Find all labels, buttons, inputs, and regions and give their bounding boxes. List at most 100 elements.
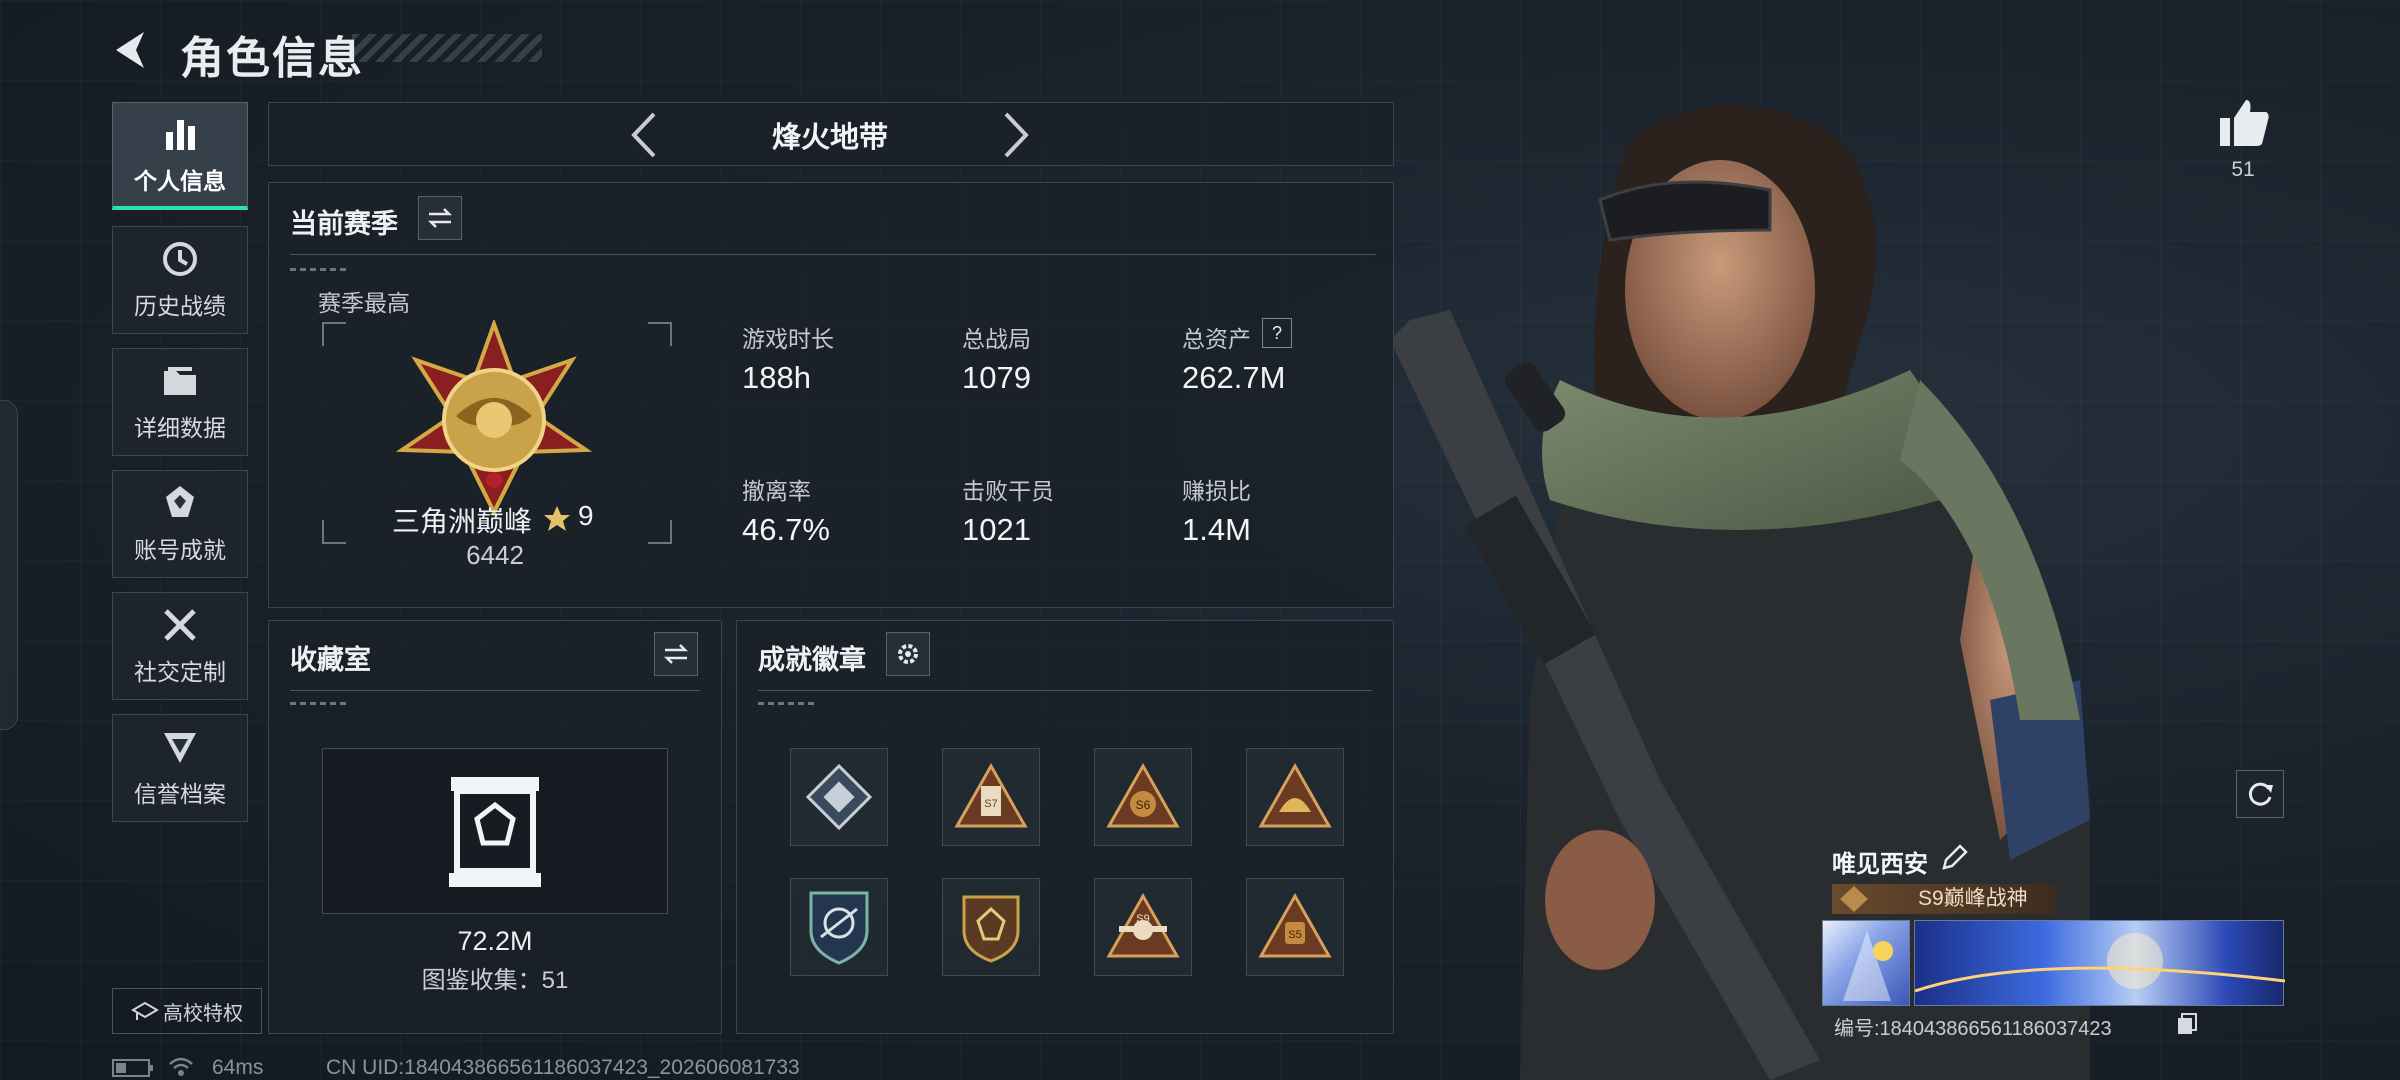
next-mode-chevron-icon[interactable]: [998, 110, 1034, 160]
likes-count: 51: [2231, 158, 2255, 181]
deco-dashes: [290, 702, 350, 705]
season-best-label: 赛季最高: [318, 290, 410, 316]
achievements-title: 成就徽章: [758, 645, 866, 675]
achievement-badge[interactable]: [1246, 748, 1344, 846]
prev-mode-chevron-icon[interactable]: [626, 110, 662, 160]
back-arrow-icon[interactable]: [110, 28, 154, 72]
display-case-icon: [449, 777, 541, 887]
sidebar-item-label: 账号成就: [134, 537, 226, 563]
deco-dashes: [758, 702, 818, 705]
achievement-badge[interactable]: [942, 878, 1040, 976]
sidebar-item-label: 社交定制: [134, 659, 226, 685]
help-icon: ?: [1271, 322, 1282, 343]
sidebar-item-social-custom[interactable]: 社交定制: [112, 592, 248, 700]
rank-score: 6442: [466, 540, 524, 570]
collection-value: 72.2M: [457, 926, 533, 956]
sidebar-item-detailed-data[interactable]: 详细数据: [112, 348, 248, 456]
refresh-icon: [2248, 782, 2273, 806]
rank-stars: 9: [578, 500, 594, 531]
frame-corner: [648, 520, 672, 544]
s6-triangle-badge-icon: S6: [1106, 762, 1180, 828]
swap-icon: [427, 208, 453, 228]
gear-icon: [898, 644, 918, 664]
player-name: 唯见西安: [1832, 851, 1928, 878]
gem-shield-badge-icon: [962, 895, 1020, 963]
stat-label: 游戏时长: [742, 326, 834, 352]
help-button[interactable]: ?: [1262, 318, 1292, 348]
tower-triangle-badge-icon: S7: [954, 762, 1028, 828]
achievements-settings-button[interactable]: [886, 632, 930, 676]
campus-icon: [131, 1001, 159, 1020]
collection-divider: [290, 690, 700, 691]
banner-art-icon: [1914, 933, 2286, 993]
refresh-button[interactable]: [2236, 770, 2284, 818]
frame-corner: [322, 322, 346, 346]
rank-name: 三角洲巅峰: [392, 506, 533, 537]
bar-chart-icon: [166, 119, 195, 150]
achievement-badge[interactable]: S6: [1094, 748, 1192, 846]
stat-label: 赚损比: [1182, 478, 1251, 504]
catalog-count: 51: [541, 967, 569, 994]
stat-value: 46.7%: [742, 512, 830, 547]
badge-text: S6: [1136, 798, 1151, 812]
name-card-banner[interactable]: [1914, 920, 2286, 1006]
campus-privilege-button[interactable]: 高校特权: [112, 988, 262, 1034]
season-title: 当前赛季: [290, 209, 398, 239]
sidebar-item-label: 个人信息: [134, 167, 226, 194]
sidebar-item-personal-info[interactable]: 个人信息: [112, 102, 248, 210]
tools-icon: [164, 609, 196, 641]
stat-value: 1079: [962, 360, 1031, 395]
title-decoration: [352, 34, 542, 62]
achievement-badge[interactable]: [790, 748, 888, 846]
thumbs-up-icon[interactable]: [2218, 98, 2270, 148]
stat-label: 总资产: [1182, 326, 1251, 352]
season-divider: [290, 254, 1376, 255]
achievements-divider: [758, 690, 1372, 691]
stat-value: 1021: [962, 512, 1031, 547]
collection-switch-button[interactable]: [654, 632, 698, 676]
achievement-badge[interactable]: S9: [1094, 878, 1192, 976]
sidebar-item-history[interactable]: 历史战绩: [112, 226, 248, 334]
stat-label: 击败干员: [962, 478, 1054, 504]
shield-icon: [164, 733, 196, 763]
catalog-label: 图鉴收集：: [421, 967, 542, 994]
sidebar-item-credit-profile[interactable]: 信誉档案: [112, 714, 248, 822]
sidebar-item-achievements[interactable]: 账号成就: [112, 470, 248, 578]
frame-corner: [322, 520, 346, 544]
catalog-collection-text: 图鉴收集：51: [290, 960, 700, 995]
side-drawer-handle[interactable]: [0, 400, 18, 730]
title-badge-text: S9巅峰战神: [1918, 887, 2028, 910]
stat-value: 188h: [742, 360, 811, 395]
uid-text: CN UID:1840438665611860​37423_2026060817…: [326, 1056, 800, 1079]
achievement-badge[interactable]: S7: [942, 748, 1040, 846]
achievement-badge[interactable]: S5: [1246, 878, 1344, 976]
ping-text: 64ms: [212, 1056, 264, 1079]
frame-corner: [648, 322, 672, 346]
badge-text: S9: [1136, 913, 1149, 925]
battery-icon: [112, 1059, 153, 1077]
stat-label: 总战局: [962, 326, 1031, 352]
sidebar-item-label: 详细数据: [134, 415, 226, 441]
rank-emblem-icon: [396, 320, 592, 516]
diamond-badge-icon: [805, 763, 873, 831]
copy-icon[interactable]: [2176, 1012, 2198, 1036]
avatar[interactable]: [1822, 920, 1910, 1006]
campus-button-label: 高校特权: [163, 1002, 243, 1025]
badge-text: S5: [1288, 929, 1301, 941]
history-icon: [163, 242, 197, 276]
sidebar-item-label: 信誉档案: [134, 781, 226, 807]
page-title: 角色信息: [180, 34, 364, 83]
helmet-triangle-badge-icon: [1258, 762, 1332, 828]
edit-pencil-icon[interactable]: [1940, 844, 1968, 872]
stat-value: 1.4M: [1182, 512, 1251, 547]
season-switch-button[interactable]: [418, 196, 462, 240]
stat-value: 262.7M: [1182, 360, 1286, 395]
avatar-art-icon: [1843, 931, 1893, 1001]
title-emblem-icon: [1840, 886, 1868, 912]
s5-triangle-badge-icon: S5: [1258, 892, 1332, 958]
star-icon: [544, 506, 570, 531]
sidebar-item-label: 历史战绩: [134, 293, 226, 319]
wifi-icon: [169, 1057, 193, 1076]
collection-room-preview[interactable]: [322, 748, 668, 914]
achievement-badge[interactable]: [790, 878, 888, 976]
